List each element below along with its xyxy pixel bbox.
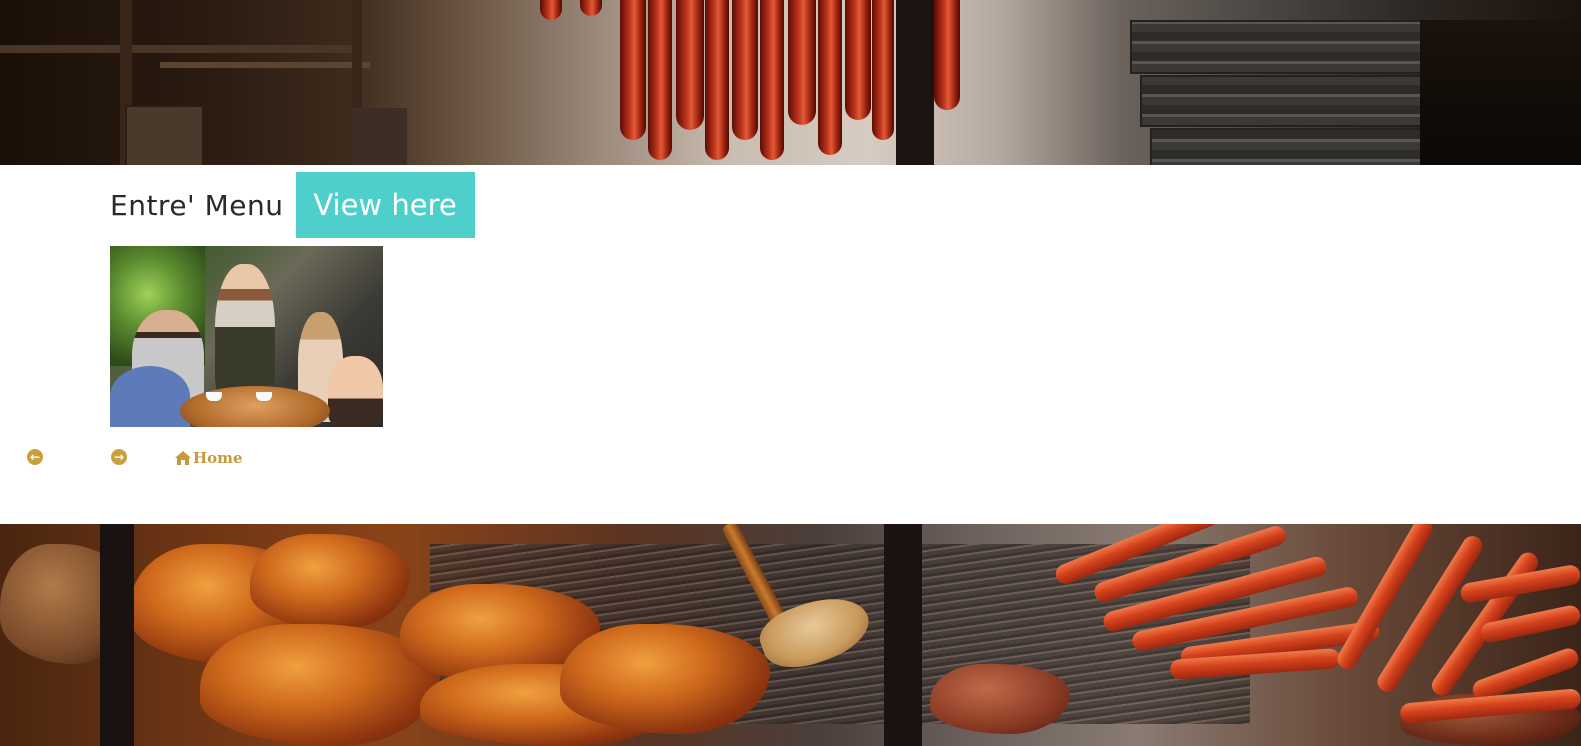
- home-link[interactable]: Home: [174, 449, 243, 467]
- waitress-figure: [215, 264, 275, 404]
- arrow-circle-left-icon[interactable]: ←: [27, 449, 43, 465]
- top-banner-image: [0, 0, 1581, 165]
- menu-heading-row: Entre' Menu View here: [110, 172, 475, 238]
- pagination-nav: ← → Home: [0, 448, 400, 468]
- foreground-face: [328, 356, 383, 427]
- home-label: Home: [193, 449, 243, 467]
- arrow-circle-right-icon[interactable]: →: [111, 449, 127, 465]
- coffee-cup: [206, 392, 222, 401]
- foreground-shoulder: [110, 366, 190, 427]
- view-menu-button[interactable]: View here: [295, 172, 475, 238]
- restaurant-photo: [110, 246, 383, 427]
- home-icon: [175, 451, 191, 465]
- coffee-cup: [256, 392, 272, 401]
- bottom-banner-image: [0, 524, 1581, 746]
- menu-title: Entre' Menu: [110, 188, 284, 222]
